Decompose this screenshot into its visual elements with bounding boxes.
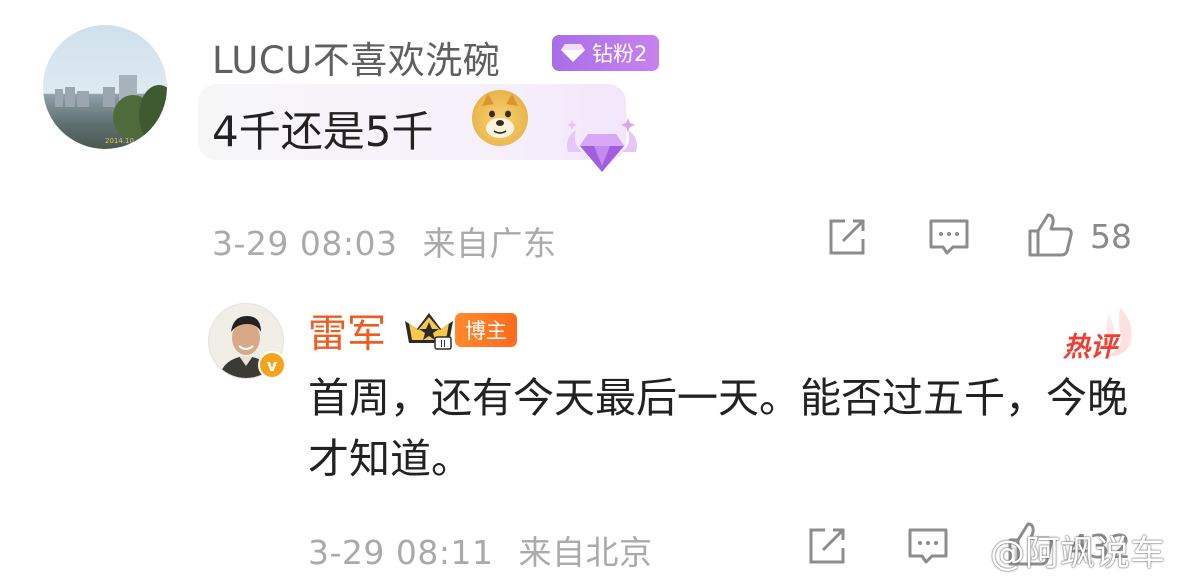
like-count: 58 bbox=[1090, 217, 1132, 256]
watermark: @阿飒说车 bbox=[990, 534, 1166, 574]
user-avatar[interactable]: 2014.10 bbox=[43, 25, 167, 149]
gem-decoration-icon bbox=[567, 118, 637, 172]
fan-level-badge[interactable]: 钻粉2 bbox=[552, 35, 660, 71]
crown-level: II bbox=[440, 339, 446, 350]
verified-badge: v bbox=[258, 351, 286, 379]
reply-username[interactable]: 雷军 bbox=[308, 303, 386, 359]
diamond-icon bbox=[561, 44, 585, 62]
comment-time: 3-29 08:03 bbox=[212, 224, 398, 263]
comment-meta: 3-29 08:03 来自广东 bbox=[212, 217, 557, 265]
doge-icon bbox=[472, 90, 528, 146]
share-icon[interactable] bbox=[825, 215, 869, 259]
fan-badge-label: 钻粉2 bbox=[592, 42, 648, 66]
comment-text: 4千还是5千 bbox=[212, 107, 434, 156]
like-icon[interactable] bbox=[1026, 211, 1074, 259]
reply-time: 3-29 08:11 bbox=[308, 533, 494, 572]
comment-location: 来自广东 bbox=[422, 224, 557, 263]
reply-share-icon[interactable] bbox=[805, 524, 849, 568]
crown-icon: II bbox=[401, 307, 457, 351]
reply-meta: 3-29 08:11 来自北京 bbox=[308, 526, 653, 574]
reply-location: 来自北京 bbox=[518, 533, 653, 572]
hot-comment-tag: 热评 bbox=[1063, 332, 1117, 363]
reply-text: 首周，还有今天最后一天。能否过五千，今晚才知道。 bbox=[308, 374, 1128, 483]
reply-comment-icon[interactable] bbox=[906, 524, 950, 568]
comment-username[interactable]: LUCU不喜欢洗碗 bbox=[212, 30, 500, 84]
reply-icon[interactable] bbox=[927, 215, 971, 259]
owner-badge: 博主 bbox=[455, 313, 517, 347]
